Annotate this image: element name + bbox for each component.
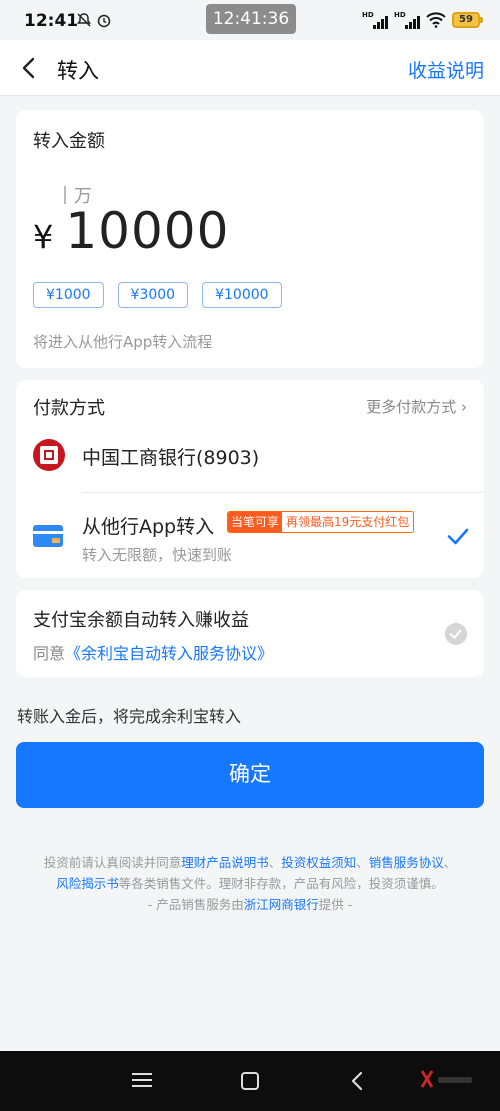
sep: 、 xyxy=(356,855,369,870)
provider-bank: 浙江网商银行 xyxy=(243,897,319,912)
chevron-right-icon: › xyxy=(461,398,467,416)
other-app-subtitle: 转入无限额，快速到账 xyxy=(82,546,233,564)
amount-label: 转入金额 xyxy=(33,131,105,152)
amount-value[interactable]: 10000 xyxy=(65,202,229,260)
check-icon xyxy=(447,528,469,545)
promo-badge: 当笔可享 再领最高19元支付红包 xyxy=(227,511,415,533)
preset-3000[interactable]: ¥3000 xyxy=(117,282,189,308)
status-bar: 12:41 12:41:36 HD HD 59 xyxy=(0,0,500,40)
preset-amounts: ¥1000 ¥3000 ¥10000 xyxy=(33,282,282,308)
auto-transfer-card: 支付宝余额自动转入赚收益 同意《余利宝自动转入服务协议》 xyxy=(16,590,484,677)
home-icon[interactable] xyxy=(238,1069,262,1093)
wifi-icon xyxy=(426,12,446,28)
payment-method-card: 付款方式 更多付款方式 › 中国工商银行(8903) 从他行App转入 当笔可享… xyxy=(16,380,484,578)
promo-tag: 当笔可享 xyxy=(228,512,283,532)
earnings-info-link[interactable]: 收益说明 xyxy=(408,56,484,83)
page-title: 转入 xyxy=(57,59,99,83)
system-nav-bar xyxy=(0,1051,500,1111)
doc-link-investor-rights[interactable]: 投资权益须知 xyxy=(281,855,356,870)
other-app-title: 从他行App转入 xyxy=(82,516,215,538)
bank-option-other-app[interactable]: 从他行App转入 当笔可享 再领最高19元支付红包 转入无限额，快速到账 xyxy=(16,494,484,578)
auto-transfer-checkbox[interactable] xyxy=(445,623,467,645)
doc-link-risk-disclosure[interactable]: 风险揭示书 xyxy=(56,876,119,891)
back-icon[interactable] xyxy=(346,1069,370,1093)
more-payment-link[interactable]: 更多付款方式 › xyxy=(366,396,467,417)
more-payment-label: 更多付款方式 xyxy=(366,398,461,416)
doc-link-product-manual[interactable]: 理财产品说明书 xyxy=(181,855,269,870)
sep: 、 xyxy=(268,855,282,870)
disclaimer-prefix: 投资前请认真阅读并同意 xyxy=(43,855,182,870)
sep: 、 xyxy=(443,855,457,870)
status-right-icons: HD HD 59 xyxy=(362,11,483,29)
battery-icon: 59 xyxy=(452,12,483,28)
provider-suffix: 提供 - xyxy=(318,897,353,912)
watermark-logo-icon xyxy=(420,1070,472,1088)
currency-symbol: ¥ xyxy=(33,218,54,256)
status-time: 12:41 xyxy=(24,11,79,31)
payment-method-title: 付款方式 xyxy=(33,398,105,419)
mute-bell-icon xyxy=(77,13,91,27)
auto-transfer-title: 支付宝余额自动转入赚收益 xyxy=(33,610,249,631)
preset-1000[interactable]: ¥1000 xyxy=(33,282,104,308)
disclaimer: 投资前请认真阅读并同意理财产品说明书、投资权益须知、销售服务协议、 风险揭示书等各… xyxy=(18,852,482,915)
preset-10000[interactable]: ¥10000 xyxy=(202,282,282,308)
alarm-icon xyxy=(97,14,111,28)
confirm-button[interactable]: 确定 xyxy=(16,742,484,808)
back-arrow-icon[interactable] xyxy=(14,53,44,83)
flow-hint: 将进入从他行App转入流程 xyxy=(33,333,213,351)
amount-card: 转入金额 万 ¥ 10000 ¥1000 ¥3000 ¥10000 将进入从他行… xyxy=(16,110,484,368)
divider xyxy=(82,492,484,493)
icbc-logo-icon xyxy=(33,439,65,471)
agree-prefix: 同意 xyxy=(33,644,66,663)
bank-name: 中国工商银行(8903) xyxy=(82,447,260,469)
disclaimer-suffix: 等各类销售文件。理财非存款，产品有风险，投资须谨慎。 xyxy=(118,876,444,891)
doc-link-sales-agreement[interactable]: 销售服务协议 xyxy=(369,855,444,870)
promo-text: 再领最高19元支付红包 xyxy=(282,512,414,532)
agreement-link[interactable]: 《余利宝自动转入服务协议》 xyxy=(65,644,273,663)
bank-option-icbc[interactable]: 中国工商银行(8903) xyxy=(16,428,484,490)
menu-icon[interactable] xyxy=(130,1069,154,1093)
after-transfer-hint: 转账入金后，将完成余利宝转入 xyxy=(17,707,242,726)
bank-card-icon xyxy=(33,525,63,547)
signal-icon-2: HD xyxy=(394,11,420,29)
amount-input[interactable]: ¥ 10000 xyxy=(33,202,229,260)
status-left-icons xyxy=(76,12,112,28)
provider-prefix: - 产品销售服务由 xyxy=(147,897,244,912)
screen-record-time: 12:41:36 xyxy=(206,4,296,34)
agreement-line: 同意《余利宝自动转入服务协议》 xyxy=(33,640,273,664)
nav-bar: 转入 收益说明 xyxy=(0,40,500,96)
signal-icon: HD xyxy=(362,11,388,29)
